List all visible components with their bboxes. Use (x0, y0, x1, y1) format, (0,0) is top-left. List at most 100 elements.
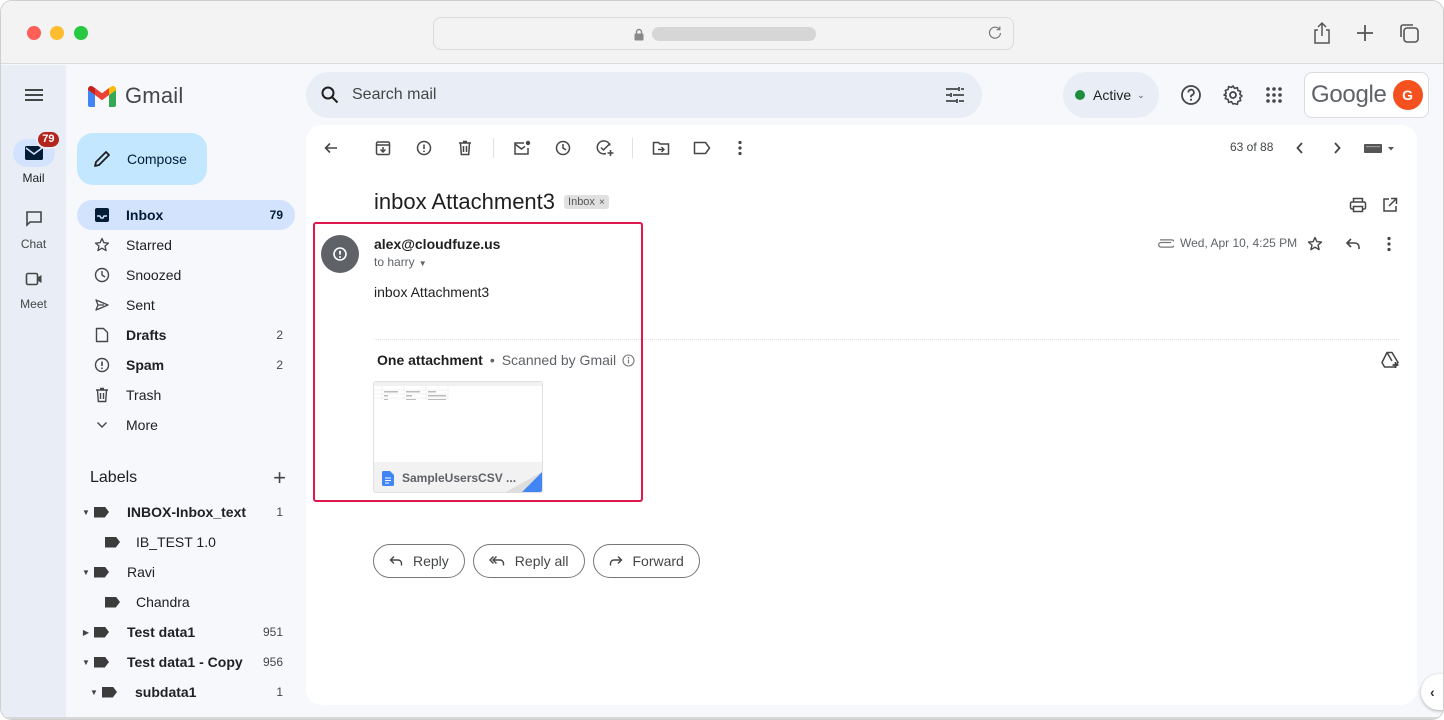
nav-item-trash[interactable]: Trash (77, 380, 295, 410)
caret-right-icon[interactable]: ▶ (81, 628, 91, 637)
label-item[interactable]: Chandra (77, 587, 295, 617)
label-count: 1 (276, 685, 283, 699)
nav-item-spam[interactable]: Spam 2 (77, 350, 295, 380)
rail-label: Chat (20, 237, 47, 251)
label-item[interactable]: ▼ Test data1 - Copy 956 (77, 647, 295, 677)
label-item[interactable]: IB_TEST 1.0 (77, 527, 295, 557)
newer-chevron-left-icon[interactable] (1288, 136, 1312, 160)
report-spam-icon[interactable] (412, 136, 436, 160)
rail-item-meet[interactable]: Meet (1, 265, 66, 311)
plus-icon[interactable]: + (273, 465, 286, 491)
status-selector[interactable]: Active ⌄ (1063, 72, 1159, 118)
draft-icon (93, 326, 111, 344)
google-account-button[interactable]: Google G (1304, 72, 1429, 118)
scanned-label: Scanned by Gmail (501, 352, 617, 368)
add-to-drive-icon[interactable] (1380, 350, 1400, 370)
archive-icon[interactable] (371, 136, 395, 160)
caret-down-icon[interactable]: ▼ (89, 688, 99, 697)
address-bar[interactable] (433, 17, 1014, 50)
share-icon[interactable] (1309, 20, 1335, 46)
label-item[interactable]: ▼ INBOX-Inbox_text 1 (77, 497, 295, 527)
input-tools-keyboard-icon[interactable] (1363, 136, 1397, 160)
forward-label: Forward (632, 553, 684, 569)
caret-down-icon[interactable]: ▼ (81, 568, 91, 577)
minimize-window-button[interactable] (50, 26, 64, 40)
search-input[interactable]: Search mail (352, 86, 944, 104)
reply-actions: Reply Reply all Forward (373, 544, 700, 578)
info-icon[interactable] (622, 353, 635, 367)
label-item[interactable]: ▶ Test data1 951 (77, 617, 295, 647)
url-text-redacted (652, 27, 816, 41)
label-icon[interactable] (690, 136, 714, 160)
forward-button[interactable]: Forward (592, 544, 700, 578)
help-icon[interactable] (1179, 83, 1203, 107)
caret-down-icon[interactable]: ▼ (81, 658, 91, 667)
remove-label-icon[interactable]: × (599, 197, 605, 208)
star-icon (93, 236, 111, 254)
label-item[interactable]: ▼ Ravi (77, 557, 295, 587)
attachment-card[interactable]: SampleUsersCSV ... (373, 381, 543, 493)
search-icon[interactable] (320, 85, 340, 105)
main-menu-icon[interactable] (22, 85, 46, 105)
label-name: Ravi (127, 564, 156, 580)
nav-item-snoozed[interactable]: Snoozed (77, 260, 295, 290)
gmail-logo[interactable]: Gmail (88, 83, 183, 109)
rail-item-chat[interactable]: Chat (1, 205, 66, 251)
nav-item-more[interactable]: More (77, 410, 295, 440)
side-panel-toggle[interactable]: ‹ (1421, 674, 1443, 710)
nav-item-drafts[interactable]: Drafts 2 (77, 320, 295, 350)
label-count: 951 (262, 625, 283, 639)
inbox-label-chip[interactable]: Inbox × (564, 195, 609, 209)
close-window-button[interactable] (27, 26, 41, 40)
move-to-icon[interactable] (649, 136, 673, 160)
more-vert-icon[interactable] (1377, 232, 1401, 256)
nav-item-inbox[interactable]: Inbox 79 (77, 200, 295, 230)
mail-folders: Inbox 79 Starred Snoozed Sent Drafts 2 S… (77, 200, 295, 440)
star-icon[interactable] (1303, 232, 1327, 256)
chat-icon (13, 205, 55, 233)
search-bar[interactable]: Search mail (306, 72, 982, 118)
label-list: ▼ INBOX-Inbox_text 1 IB_TEST 1.0 ▼ Ravi … (77, 497, 295, 707)
back-arrow-icon[interactable] (319, 136, 343, 160)
label-tag-icon (94, 656, 109, 668)
reload-icon[interactable] (985, 24, 1005, 44)
status-label: Active (1093, 87, 1132, 103)
rail-item-mail[interactable]: 79 Mail (1, 130, 66, 185)
older-chevron-right-icon[interactable] (1325, 136, 1349, 160)
rail-label: Meet (20, 297, 47, 311)
open-in-new-window-icon[interactable] (1378, 193, 1402, 217)
date-text: Wed, Apr 10, 4:25 PM (1180, 236, 1298, 250)
nav-item-starred[interactable]: Starred (77, 230, 295, 260)
reply-all-button[interactable]: Reply all (472, 544, 585, 578)
label-name: Test data1 - Copy (127, 654, 243, 670)
print-icon[interactable] (1346, 193, 1370, 217)
add-task-icon[interactable] (593, 136, 617, 160)
chevron-down-icon (93, 416, 111, 434)
delete-icon[interactable] (453, 136, 477, 160)
nav-label: Starred (126, 237, 172, 253)
separator-dot: • (489, 352, 495, 368)
compose-button[interactable]: Compose (77, 133, 207, 185)
zoom-window-button[interactable] (74, 26, 88, 40)
recipients-toggle[interactable]: to harry ▼ (374, 255, 427, 269)
app-name: Gmail (125, 83, 184, 108)
label-item[interactable]: ▼ subdata1 1 (77, 677, 295, 707)
more-vert-icon[interactable] (728, 136, 752, 160)
toolbar-divider (493, 138, 494, 158)
sender-email[interactable]: alex@cloudfuze.us (374, 236, 500, 252)
mark-unread-icon[interactable] (510, 136, 534, 160)
message-body: inbox Attachment3 (374, 284, 490, 300)
settings-gear-icon[interactable] (1221, 83, 1245, 107)
tabs-overview-icon[interactable] (1396, 20, 1422, 46)
labels-header: Labels + (90, 465, 286, 491)
reply-icon[interactable] (1341, 232, 1365, 256)
sender-avatar[interactable] (321, 235, 359, 273)
video-icon (13, 265, 55, 293)
search-options-icon[interactable] (944, 84, 966, 106)
nav-item-sent[interactable]: Sent (77, 290, 295, 320)
caret-down-icon[interactable]: ▼ (81, 508, 91, 517)
snooze-icon[interactable] (551, 136, 575, 160)
plus-icon[interactable] (1352, 20, 1378, 46)
reply-button[interactable]: Reply (373, 544, 465, 578)
apps-grid-icon[interactable] (1262, 83, 1286, 107)
